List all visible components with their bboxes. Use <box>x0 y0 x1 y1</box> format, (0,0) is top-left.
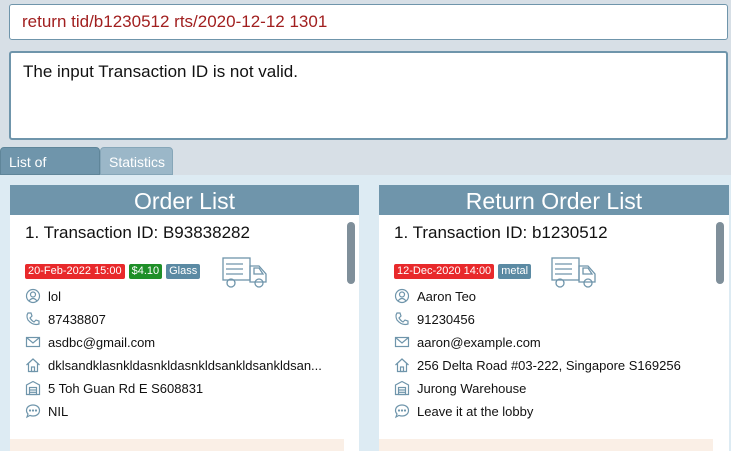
email: aaron@example.com <box>417 334 541 350</box>
home-icon <box>395 358 409 373</box>
order-list-panel: Order List 1. Transaction ID: B93838282 … <box>10 185 359 451</box>
phone-number: 87438807 <box>48 311 106 327</box>
tab-list-of-orders[interactable]: List of Orders <box>0 147 100 198</box>
command-box[interactable] <box>9 4 728 40</box>
comment-icon <box>25 404 41 419</box>
result-display: The input Transaction ID is not valid. <box>9 51 728 140</box>
remark-row: Leave it at the lobby <box>394 402 533 420</box>
warehouse-icon <box>394 380 410 396</box>
command-input[interactable] <box>10 5 727 39</box>
email: asdbc@gmail.com <box>48 334 156 350</box>
phone-icon <box>26 312 40 326</box>
person-icon <box>25 288 41 304</box>
tab-bar: List of Orders Statistics <box>0 147 731 198</box>
price-tag: $4.10 <box>128 264 163 279</box>
tab-statistics[interactable]: Statistics <box>100 147 173 175</box>
return-card-title: 1. Transaction ID: b1230512 <box>394 223 608 242</box>
warehouse: 5 Toh Guan Rd E S608831 <box>48 380 204 396</box>
warehouse-row: Jurong Warehouse <box>394 379 526 397</box>
address: dklsandklasnkldasnkldasnkldsankldsanklds… <box>48 357 322 373</box>
warehouse-row: 5 Toh Guan Rd E S608831 <box>25 379 203 397</box>
delivery-truck-icon <box>222 257 267 288</box>
result-text: The input Transaction ID is not valid. <box>23 62 298 81</box>
phone-row: 87438807 <box>25 310 106 328</box>
phone-row: 91230456 <box>394 310 475 328</box>
item-tag: Glass <box>166 264 201 279</box>
email-row: asdbc@gmail.com <box>25 333 155 351</box>
phone-number: 91230456 <box>417 311 475 327</box>
person-icon <box>394 288 410 304</box>
next-return-card-peek[interactable] <box>379 439 713 451</box>
remark: Leave it at the lobby <box>417 403 534 419</box>
remark: NIL <box>48 403 69 419</box>
date-tag: 12-Dec-2020 14:00 <box>394 264 495 279</box>
customer-name-row: lol <box>25 287 61 305</box>
address-row: 256 Delta Road #03-222, Singapore S16925… <box>394 356 681 374</box>
next-order-card-peek[interactable] <box>10 439 344 451</box>
order-card[interactable]: 1. Transaction ID: B93838282 20-Feb-2022… <box>10 215 340 441</box>
mail-icon <box>394 336 410 348</box>
item-tag: metal <box>498 264 532 279</box>
return-tags: 12-Dec-2020 14:00 metal <box>394 264 532 282</box>
order-list-scrollbar[interactable] <box>347 222 355 284</box>
warehouse: Jurong Warehouse <box>417 380 527 396</box>
remark-row: NIL <box>25 402 68 420</box>
date-tag: 20-Feb-2022 15:00 <box>25 264 125 279</box>
order-tags: 20-Feb-2022 15:00 $4.10 Glass <box>25 264 201 282</box>
order-card-title: 1. Transaction ID: B93838282 <box>25 223 250 242</box>
phone-icon <box>395 312 409 326</box>
order-list-header: Order List <box>10 185 359 215</box>
warehouse-icon <box>25 380 41 396</box>
home-icon <box>26 358 40 373</box>
address-row: dklsandklasnkldasnkldasnkldsankldsanklds… <box>25 356 322 374</box>
customer-name: Aaron Teo <box>417 288 477 304</box>
return-order-list-panel: Return Order List 1. Transaction ID: b12… <box>379 185 729 451</box>
address: 256 Delta Road #03-222, Singapore S16925… <box>417 357 681 373</box>
mail-icon <box>25 336 41 348</box>
return-list-scrollbar[interactable] <box>716 222 724 284</box>
return-order-card[interactable]: 1. Transaction ID: b1230512 12-Dec-2020 … <box>379 215 709 441</box>
email-row: aaron@example.com <box>394 333 541 351</box>
customer-name: lol <box>48 288 62 304</box>
comment-icon <box>394 404 410 419</box>
delivery-truck-icon <box>551 257 596 288</box>
return-order-list-header: Return Order List <box>379 185 729 215</box>
customer-name-row: Aaron Teo <box>394 287 476 305</box>
